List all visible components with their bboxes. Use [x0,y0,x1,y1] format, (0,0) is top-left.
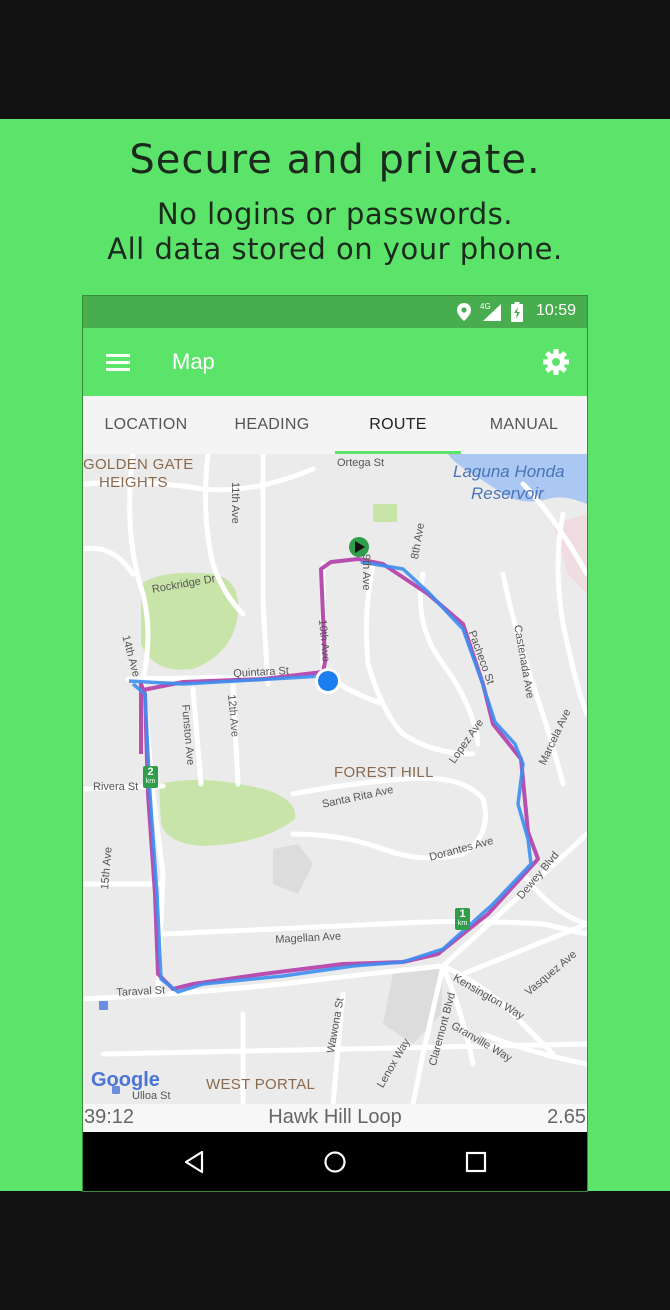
street-label: Taraval St [116,984,166,999]
route-info-bar: 39:12 Hawk Hill Loop 2.65 [83,1104,587,1132]
street-label: Ortega St [337,457,385,469]
map-area-label: HEIGHTS [99,474,168,491]
tab-heading[interactable]: HEADING [209,396,335,454]
app-bar: Map [83,328,587,396]
back-icon[interactable] [181,1148,209,1176]
map-area-label: FOREST HILL [334,764,434,781]
tab-manual[interactable]: MANUAL [461,396,587,454]
app-title: Map [172,349,215,374]
status-time: 10:59 [535,302,576,319]
route-distance: 2.65 [547,1106,586,1128]
promo-subline-1: No logins or passwords. [156,197,514,231]
hamburger-menu-icon[interactable] [105,350,131,374]
system-nav-bar [83,1132,587,1191]
km-marker: 2 km [143,766,158,788]
km-marker: 1 km [455,908,470,930]
route-name: Hawk Hill Loop [268,1106,402,1128]
status-bar: 4G 10:59 [83,296,587,328]
street-label: 9th Ave [360,554,372,591]
promo-headline: Secure and private. [129,137,541,183]
street-label: 11th Ave [229,482,241,524]
google-logo-text: Google [91,1069,160,1091]
tab-bar: LOCATION HEADING ROUTE MANUAL [83,396,587,455]
location-pin-icon [457,303,471,321]
home-icon[interactable] [321,1148,349,1176]
signal-icon [483,304,501,321]
battery-charging-icon [511,302,523,322]
recents-icon[interactable] [462,1148,490,1176]
map-area-label: WEST PORTAL [206,1076,316,1093]
gear-icon[interactable] [542,348,570,376]
map-view[interactable]: GOLDEN GATE HEIGHTS FOREST HILL WEST POR… [83,454,587,1104]
google-logo: Google [91,1069,160,1092]
map-water-label: Reservoir [471,484,544,503]
map-water-label: Laguna Honda [453,462,565,481]
street-label: Rivera St [93,781,139,793]
phone-screen: 4G 10:59 Map LOCATION HEADING ROUTE MANU… [83,296,587,1191]
tab-route[interactable]: ROUTE [335,396,461,454]
tab-location[interactable]: LOCATION [83,396,209,454]
map-area-label: GOLDEN GATE [83,456,194,473]
promo-subline-2: All data stored on your phone. [107,232,563,266]
